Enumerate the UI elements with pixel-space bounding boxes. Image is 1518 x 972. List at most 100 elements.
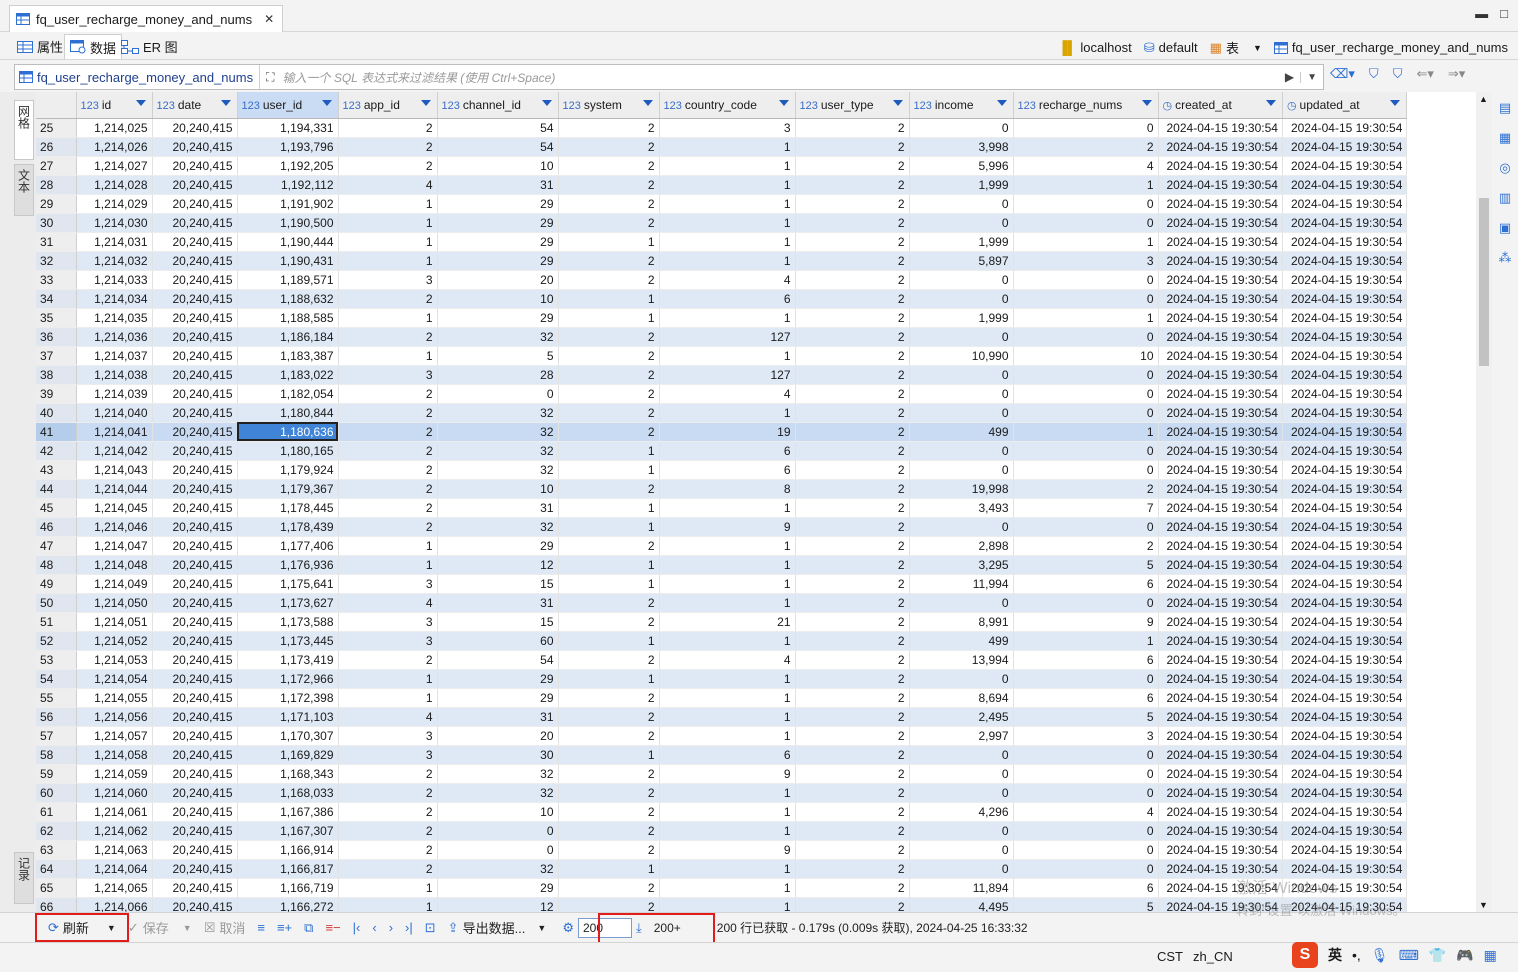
cell-app-id[interactable]: 3 [338, 726, 438, 746]
cell-country-code[interactable]: 8 [659, 479, 796, 499]
row-number[interactable]: 26 [36, 137, 77, 157]
cell-system[interactable]: 2 [558, 365, 660, 385]
cell-user-id[interactable]: 1,173,419 [237, 650, 339, 670]
cell-created-at[interactable]: 2024-04-15 19:30:54 [1158, 137, 1283, 157]
cell-country-code[interactable]: 3 [659, 118, 796, 138]
cell-system[interactable]: 2 [558, 821, 660, 841]
table-row[interactable]: 57 1,214,057 20,240,415 1,170,307 3 20 2 1 2 2,99… [36, 726, 1408, 746]
row-number[interactable]: 30 [36, 213, 77, 233]
cell-system[interactable]: 2 [558, 346, 660, 366]
tab-data[interactable]: 数据 [64, 34, 123, 59]
cell-created-at[interactable]: 2024-04-15 19:30:54 [1158, 213, 1283, 233]
cell-system[interactable]: 2 [558, 764, 660, 784]
row-number[interactable]: 58 [36, 745, 77, 765]
sort-icon[interactable] [1141, 100, 1152, 106]
table-row[interactable]: 27 1,214,027 20,240,415 1,192,205 2 10 2 1 2 5,99… [36, 156, 1408, 176]
cell-channel-id[interactable]: 32 [437, 460, 559, 480]
cell-income[interactable]: 1,999 [909, 175, 1014, 195]
cell-country-code[interactable]: 1 [659, 536, 796, 556]
column-header-created-at[interactable]: ◷ created_at [1158, 92, 1283, 119]
cell-system[interactable]: 2 [558, 707, 660, 727]
cell-recharge-nums[interactable]: 2 [1013, 137, 1159, 157]
cell-user-id[interactable]: 1,173,445 [237, 631, 339, 651]
cell-system[interactable]: 2 [558, 422, 660, 442]
cell-app-id[interactable]: 2 [338, 650, 438, 670]
cell-channel-id[interactable]: 31 [437, 707, 559, 727]
cell-created-at[interactable]: 2024-04-15 19:30:54 [1158, 669, 1283, 689]
row-number[interactable]: 43 [36, 460, 77, 480]
cell-user-type[interactable]: 2 [795, 612, 910, 632]
table-row[interactable]: 41 1,214,041 20,240,415 1,180,636 2 32 2 19 2 499… [36, 422, 1408, 442]
cell-id[interactable]: 1,214,043 [76, 460, 153, 480]
cell-recharge-nums[interactable]: 0 [1013, 593, 1159, 613]
cell-created-at[interactable]: 2024-04-15 19:30:54 [1158, 498, 1283, 518]
cell-country-code[interactable]: 1 [659, 669, 796, 689]
column-header-income[interactable]: 123 income [909, 92, 1014, 119]
cell-income[interactable]: 4,495 [909, 897, 1014, 912]
cell-app-id[interactable]: 3 [338, 270, 438, 290]
table-row[interactable]: 49 1,214,049 20,240,415 1,175,641 3 15 1 1 2 11,9… [36, 574, 1408, 594]
cell-created-at[interactable]: 2024-04-15 19:30:54 [1158, 726, 1283, 746]
cell-app-id[interactable]: 2 [338, 441, 438, 461]
cell-income[interactable]: 0 [909, 403, 1014, 423]
cell-date[interactable]: 20,240,415 [152, 270, 238, 290]
cell-channel-id[interactable]: 54 [437, 137, 559, 157]
table-row[interactable]: 64 1,214,064 20,240,415 1,166,817 2 32 1 1 2 0 0 20… [36, 859, 1408, 879]
connection-host[interactable]: ▐▌ localhost [1058, 40, 1132, 55]
cell-country-code[interactable]: 1 [659, 593, 796, 613]
cell-income[interactable]: 1,999 [909, 308, 1014, 328]
row-number[interactable]: 56 [36, 707, 77, 727]
microphone-icon[interactable]: 🎙 [1371, 947, 1389, 964]
cell-income[interactable]: 0 [909, 365, 1014, 385]
row-number[interactable]: 46 [36, 517, 77, 537]
cell-channel-id[interactable]: 12 [437, 555, 559, 575]
cell-user-id[interactable]: 1,191,902 [237, 194, 339, 214]
cell-date[interactable]: 20,240,415 [152, 821, 238, 841]
cell-income[interactable]: 3,493 [909, 498, 1014, 518]
column-header-id[interactable]: 123 id [76, 92, 153, 119]
row-number[interactable]: 28 [36, 175, 77, 195]
cell-recharge-nums[interactable]: 0 [1013, 441, 1159, 461]
cell-id[interactable]: 1,214,029 [76, 194, 153, 214]
table-row[interactable]: 26 1,214,026 20,240,415 1,193,796 2 54 2 1 2 3,99… [36, 137, 1408, 157]
cell-date[interactable]: 20,240,415 [152, 118, 238, 138]
cell-recharge-nums[interactable]: 0 [1013, 118, 1159, 138]
grid-view-tab[interactable]: 网格 [14, 100, 34, 160]
cell-created-at[interactable]: 2024-04-15 19:30:54 [1158, 479, 1283, 499]
table-row[interactable]: 53 1,214,053 20,240,415 1,173,419 2 54 2 4 2 13,9… [36, 650, 1408, 670]
row-number[interactable]: 27 [36, 156, 77, 176]
cell-income[interactable]: 0 [909, 821, 1014, 841]
panels-icon[interactable]: ▤ [1499, 100, 1511, 116]
cell-system[interactable]: 2 [558, 118, 660, 138]
cell-system[interactable]: 2 [558, 327, 660, 347]
cell-income[interactable]: 0 [909, 289, 1014, 309]
add-row-button[interactable]: ≡+ [271, 920, 298, 935]
cell-app-id[interactable]: 2 [338, 327, 438, 347]
cell-system[interactable]: 2 [558, 878, 660, 898]
cell-user-type[interactable]: 2 [795, 878, 910, 898]
cell-app-id[interactable]: 2 [338, 479, 438, 499]
cell-country-code[interactable]: 1 [659, 213, 796, 233]
cell-created-at[interactable]: 2024-04-15 19:30:54 [1158, 365, 1283, 385]
row-number[interactable]: 64 [36, 859, 77, 879]
cell-app-id[interactable]: 1 [338, 251, 438, 271]
cell-date[interactable]: 20,240,415 [152, 441, 238, 461]
column-header-app-id[interactable]: 123 app_id [338, 92, 438, 119]
cell-id[interactable]: 1,214,035 [76, 308, 153, 328]
cell-created-at[interactable]: 2024-04-15 19:30:54 [1158, 650, 1283, 670]
cell-created-at[interactable]: 2024-04-15 19:30:54 [1158, 802, 1283, 822]
cell-date[interactable]: 20,240,415 [152, 688, 238, 708]
row-number[interactable]: 60 [36, 783, 77, 803]
cell-app-id[interactable]: 2 [338, 783, 438, 803]
cell-country-code[interactable]: 1 [659, 707, 796, 727]
cell-country-code[interactable]: 1 [659, 802, 796, 822]
cell-date[interactable]: 20,240,415 [152, 194, 238, 214]
cell-date[interactable]: 20,240,415 [152, 251, 238, 271]
cell-app-id[interactable]: 4 [338, 707, 438, 727]
cell-updated-at[interactable]: 2024-04-15 19:30:54 [1282, 536, 1408, 556]
cell-created-at[interactable]: 2024-04-15 19:30:54 [1158, 156, 1283, 176]
cell-app-id[interactable]: 3 [338, 365, 438, 385]
cell-channel-id[interactable]: 5 [437, 346, 559, 366]
table-row[interactable]: 29 1,214,029 20,240,415 1,191,902 1 29 2 1 2 0 0 20… [36, 194, 1408, 214]
cell-user-type[interactable]: 2 [795, 194, 910, 214]
